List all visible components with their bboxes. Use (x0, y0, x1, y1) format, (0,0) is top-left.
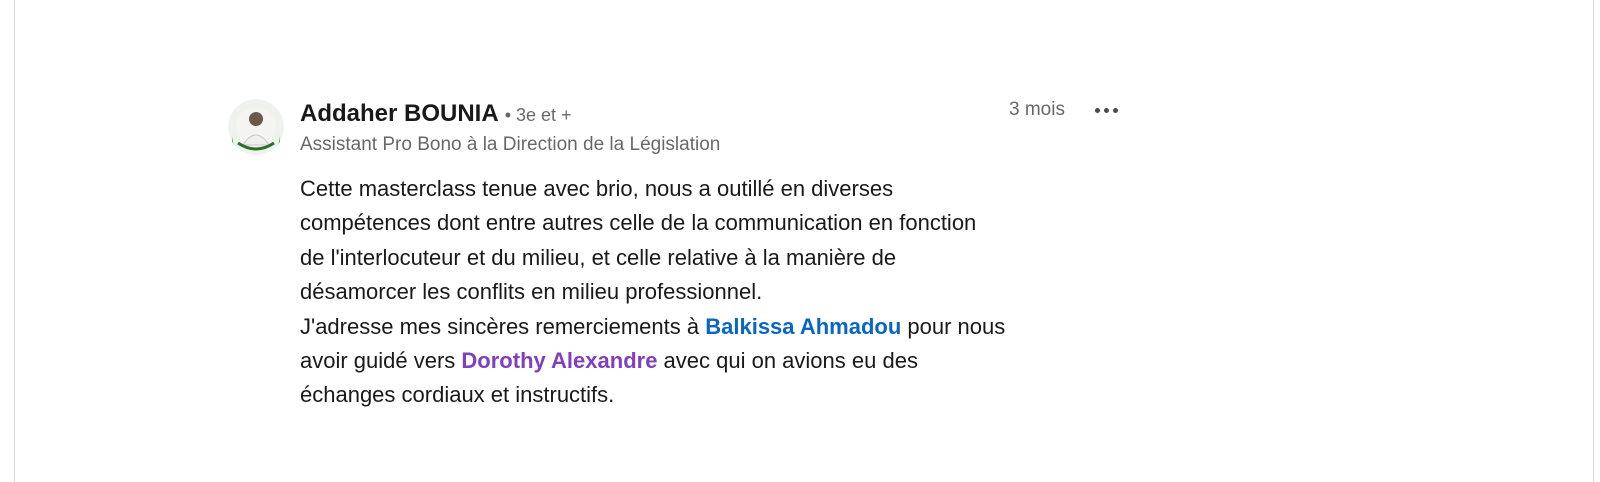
comment-timestamp: 3 mois (1009, 99, 1065, 120)
comment-text-segment: avoir guidé vers (300, 348, 462, 374)
comment-text-segment: J'adresse mes sincères remerciements à (300, 313, 706, 339)
comment-text: Cette masterclass tenue avec brio, nous … (300, 172, 1060, 413)
more-options-button[interactable] (1094, 97, 1118, 123)
comment-meta: 3 mois (1009, 97, 1118, 123)
connection-degree: • 3e et + (504, 105, 572, 125)
mention-link-balkissa-ahmadou[interactable]: Balkissa Ahmadou (705, 314, 901, 339)
comment-line: J'adresse mes sincères remerciements à B… (300, 310, 1060, 344)
profile-photo-icon (228, 99, 284, 155)
comment-text-segment: pour nous (901, 313, 1006, 339)
avatar[interactable] (228, 99, 284, 155)
comment-line: compétences dont entre autres celle de l… (300, 210, 977, 236)
comment-text-segment: avec qui on avions eu des (657, 348, 918, 374)
author-line: Addaher BOUNIA • 3e et + (300, 97, 1060, 132)
comments-panel: Addaher BOUNIA • 3e et + Assistant Pro Bo… (14, 0, 1594, 482)
comment-line: échanges cordiaux et instructifs. (300, 382, 615, 408)
ellipsis-dot (1112, 107, 1118, 113)
ellipsis-dot (1103, 107, 1109, 113)
ellipsis-horizontal-icon (1094, 107, 1100, 113)
comment-line: avoir guidé vers Dorothy Alexandre avec … (300, 344, 1060, 378)
mention-link-dorothy-alexandre[interactable]: Dorothy Alexandre (461, 348, 657, 373)
comment-line: de l'interlocuteur et du milieu, et cell… (300, 244, 897, 270)
comment-header: Addaher BOUNIA • 3e et + Assistant Pro Bo… (300, 97, 1118, 158)
comment-line: Cette masterclass tenue avec brio, nous … (300, 176, 894, 201)
author-headline: Assistant Pro Bono à la Direction de la … (300, 134, 721, 155)
comment-line: désamorcer les conflits en milieu profes… (300, 279, 763, 305)
author-name[interactable]: Addaher BOUNIA (300, 100, 499, 127)
